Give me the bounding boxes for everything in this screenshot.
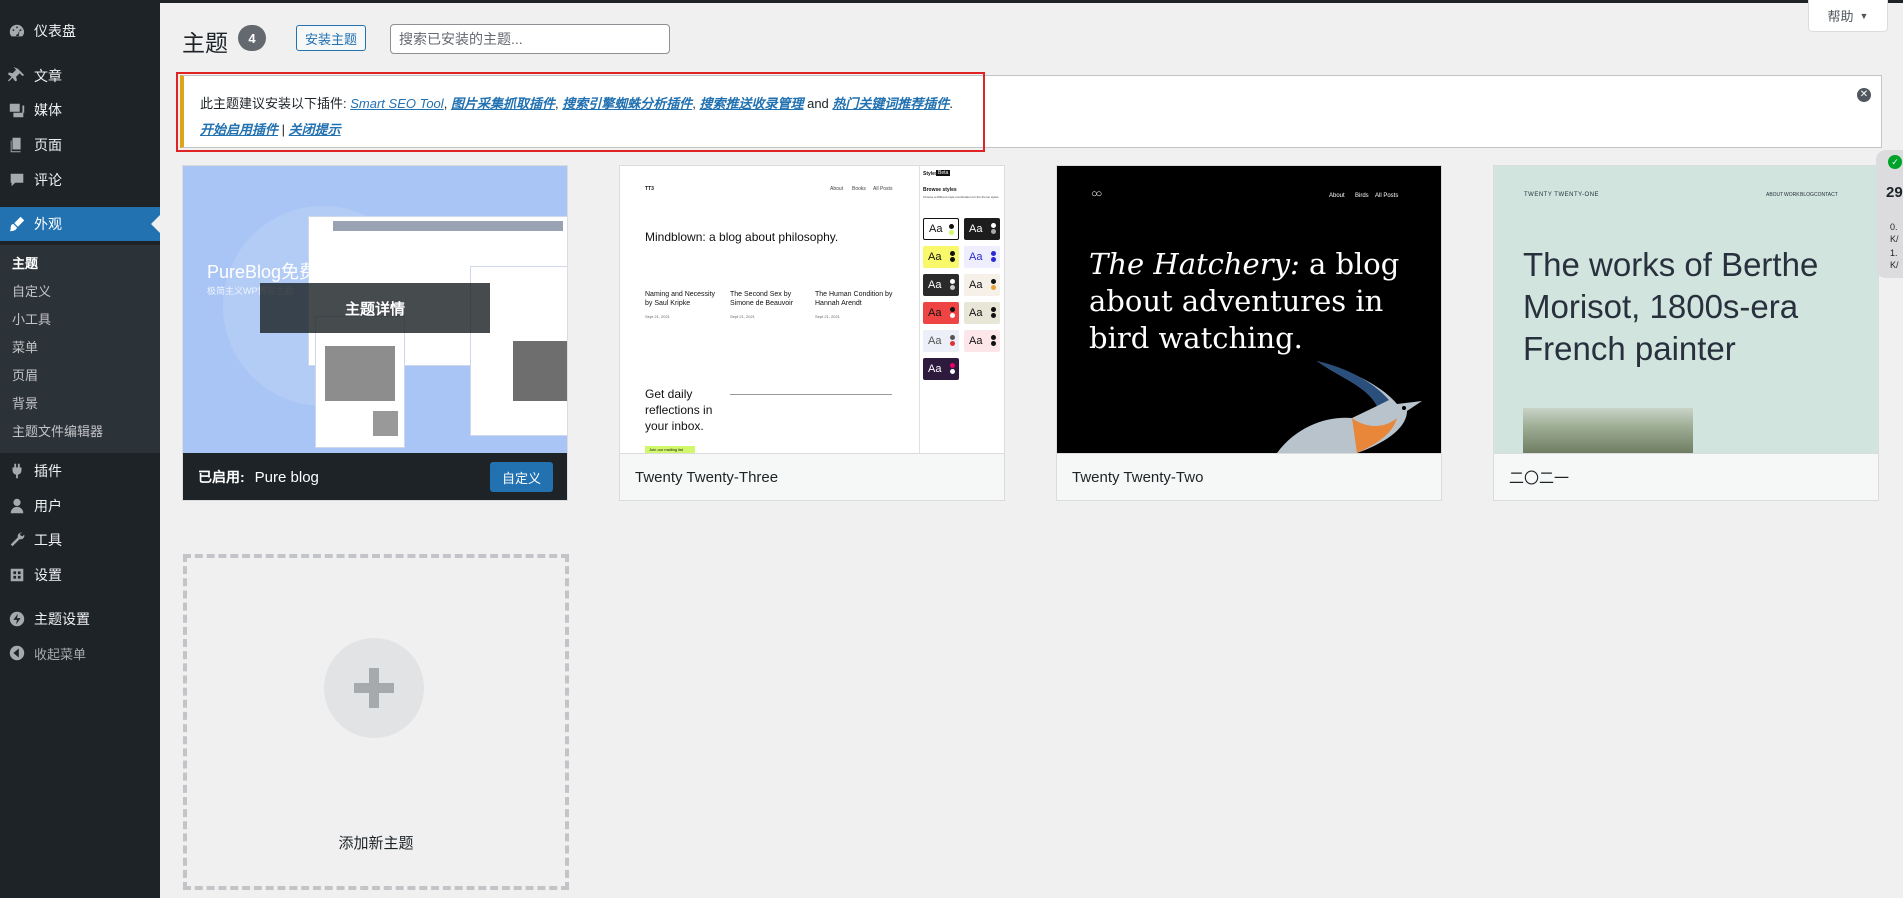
- bolt-icon: [0, 602, 34, 636]
- menu-media[interactable]: 媒体: [0, 93, 160, 127]
- caret-down-icon: ▼: [1859, 10, 1869, 21]
- theme-footer: Twenty Twenty-Three: [620, 453, 1004, 500]
- theme-footer-active: 已启用: Pure blog 自定义: [183, 453, 567, 500]
- bird-illustration-icon: [1277, 361, 1422, 453]
- menu-appearance[interactable]: 外观: [0, 207, 160, 241]
- theme-name: Twenty Twenty-Two: [1072, 469, 1204, 486]
- collapse-arrow-icon: [0, 636, 34, 670]
- menu-tools[interactable]: 工具: [0, 523, 160, 557]
- install-theme-button[interactable]: 安装主题: [296, 25, 367, 51]
- theme-name: Pure blog: [254, 468, 319, 486]
- submenu-menus[interactable]: 菜单: [12, 338, 38, 358]
- menu-label: 文章: [34, 68, 62, 84]
- menu-users[interactable]: 用户: [0, 489, 160, 523]
- page-title: 主题: [182, 30, 228, 56]
- plugin-link-smart-seo[interactable]: Smart SEO Tool: [350, 96, 443, 111]
- theme-screenshot: TT3 About Books All Posts Mindblown: a b…: [620, 166, 1004, 453]
- submenu-theme-editor[interactable]: 主题文件编辑器: [12, 422, 103, 442]
- submenu-header[interactable]: 页眉: [12, 366, 38, 386]
- theme-shot-title: PureBlog免费主题: [207, 262, 354, 282]
- theme-footer: Twenty Twenty-Two: [1057, 453, 1441, 500]
- menu-label: 设置: [34, 567, 62, 583]
- tt3-headline: Mindblown: a blog about philosophy.: [645, 230, 839, 244]
- plugin-recommendation-notice: 此主题建议安装以下插件: Smart SEO Tool, 图片采集抓取插件, 搜…: [180, 75, 1882, 148]
- help-tab-button[interactable]: 帮助 ▼: [1808, 0, 1888, 32]
- collapse-label: 收起菜单: [34, 646, 87, 662]
- active-label: 已启用:: [198, 469, 245, 485]
- menu-pages[interactable]: 页面: [0, 128, 160, 162]
- check-icon: ✓: [1888, 155, 1902, 169]
- media-icon: [0, 93, 34, 127]
- tt1-headline: The works of Berthe Morisot, 1800s-era F…: [1523, 246, 1819, 367]
- pin-icon: [0, 59, 34, 93]
- submenu-background[interactable]: 背景: [12, 394, 38, 414]
- theme-name: Twenty Twenty-Three: [635, 469, 779, 486]
- menu-label: 页面: [34, 137, 62, 153]
- theme-details-button[interactable]: 主题详情: [260, 283, 490, 333]
- comment-icon: [0, 163, 34, 197]
- menu-theme-settings[interactable]: 主题设置: [0, 602, 160, 636]
- theme-card-twenty-twenty-three[interactable]: TT3 About Books All Posts Mindblown: a b…: [619, 165, 1005, 501]
- user-icon: [0, 489, 34, 523]
- theme-card-twenty-twenty-one[interactable]: TWENTY TWENTY-ONE ABOUT WORK BLOG CONTAC…: [1493, 165, 1879, 501]
- menu-comments[interactable]: 评论: [0, 163, 160, 197]
- dismiss-notice-link[interactable]: 关闭提示: [289, 122, 341, 137]
- notice-message: 此主题建议安装以下插件: Smart SEO Tool, 图片采集抓取插件, 搜…: [200, 96, 954, 111]
- plugin-icon: [0, 454, 34, 488]
- menu-label: 仪表盘: [34, 23, 76, 39]
- dashboard-icon: [0, 14, 34, 48]
- plugin-link-hot-keywords[interactable]: 热门关键词推荐插件: [832, 96, 949, 111]
- admin-sidebar: 仪表盘 文章 媒体 页面 评论 外观 主题 自定义 小工具 菜单 页眉 背景 主…: [0, 0, 160, 898]
- floating-monitor-widget[interactable]: ✓ 29 0. K/ 1. K/: [1876, 150, 1903, 278]
- close-icon[interactable]: ✕: [1857, 88, 1871, 102]
- menu-label: 外观: [34, 216, 62, 232]
- tt3-styles-panel: Styles Beta Browse styles Choose a diffe…: [919, 166, 1004, 453]
- add-new-theme-card[interactable]: 添加新主题: [183, 554, 569, 890]
- theme-footer: 二〇二一: [1494, 453, 1878, 500]
- appearance-submenu: 主题 自定义 小工具 菜单 页眉 背景 主题文件编辑器: [0, 245, 160, 453]
- theme-screenshot: PureBlog免费主题 极简主义WP博客主题 主题详情: [183, 166, 567, 453]
- add-new-theme-label: 添加新主题: [338, 835, 414, 852]
- theme-card-twenty-twenty-two[interactable]: ○○ About Birds All Posts The Hatchery: a…: [1056, 165, 1442, 501]
- submenu-themes[interactable]: 主题: [12, 254, 38, 274]
- plus-icon: [324, 638, 424, 738]
- menu-posts[interactable]: 文章: [0, 59, 160, 93]
- help-label: 帮助: [1827, 9, 1854, 24]
- tt2-headline: The Hatchery: a blog about adventures in…: [1089, 247, 1400, 355]
- tt2-logo-icon: ○○: [1091, 188, 1102, 200]
- menu-label: 用户: [34, 498, 62, 514]
- menu-label: 评论: [34, 172, 62, 188]
- menu-label: 媒体: [34, 102, 62, 118]
- menu-plugins[interactable]: 插件: [0, 454, 160, 488]
- menu-dashboard[interactable]: 仪表盘: [0, 14, 160, 48]
- theme-screenshot: TWENTY TWENTY-ONE ABOUT WORK BLOG CONTAC…: [1494, 166, 1878, 453]
- menu-settings[interactable]: 设置: [0, 558, 160, 592]
- submenu-customize[interactable]: 自定义: [12, 282, 51, 302]
- theme-screenshot: ○○ About Birds All Posts The Hatchery: a…: [1057, 166, 1441, 453]
- wrench-icon: [0, 523, 34, 557]
- customize-button[interactable]: 自定义: [489, 462, 553, 492]
- brush-icon: [0, 207, 34, 241]
- theme-card-pure-blog[interactable]: PureBlog免费主题 极简主义WP博客主题 主题详情 已启用: Pure b…: [182, 165, 568, 501]
- tt3-cta: Get daily reflections in your inbox.: [645, 387, 713, 433]
- menu-label: 工具: [34, 532, 62, 548]
- painting-image: [1523, 408, 1693, 453]
- collapse-menu-button[interactable]: 收起菜单: [0, 636, 160, 670]
- plugin-link-search-push[interactable]: 搜索推送收录管理: [699, 96, 803, 111]
- theme-search-input[interactable]: [390, 24, 670, 54]
- submenu-widgets[interactable]: 小工具: [12, 310, 51, 330]
- monitor-value: 29: [1886, 184, 1903, 201]
- settings-icon: [0, 558, 34, 592]
- theme-count-badge: 4: [238, 25, 266, 51]
- activate-plugins-link[interactable]: 开始启用插件: [200, 122, 278, 137]
- plugin-link-image-collect[interactable]: 图片采集抓取插件: [451, 96, 555, 111]
- plugin-link-spider-analysis[interactable]: 搜索引擎蜘蛛分析插件: [562, 96, 692, 111]
- theme-name: 二〇二一: [1509, 470, 1570, 487]
- page-icon: [0, 128, 34, 162]
- menu-label: 主题设置: [34, 611, 90, 627]
- admin-bar-edge: [160, 0, 1903, 3]
- notice-actions: 开始启用插件 | 关闭提示: [200, 122, 341, 137]
- menu-label: 插件: [34, 463, 62, 479]
